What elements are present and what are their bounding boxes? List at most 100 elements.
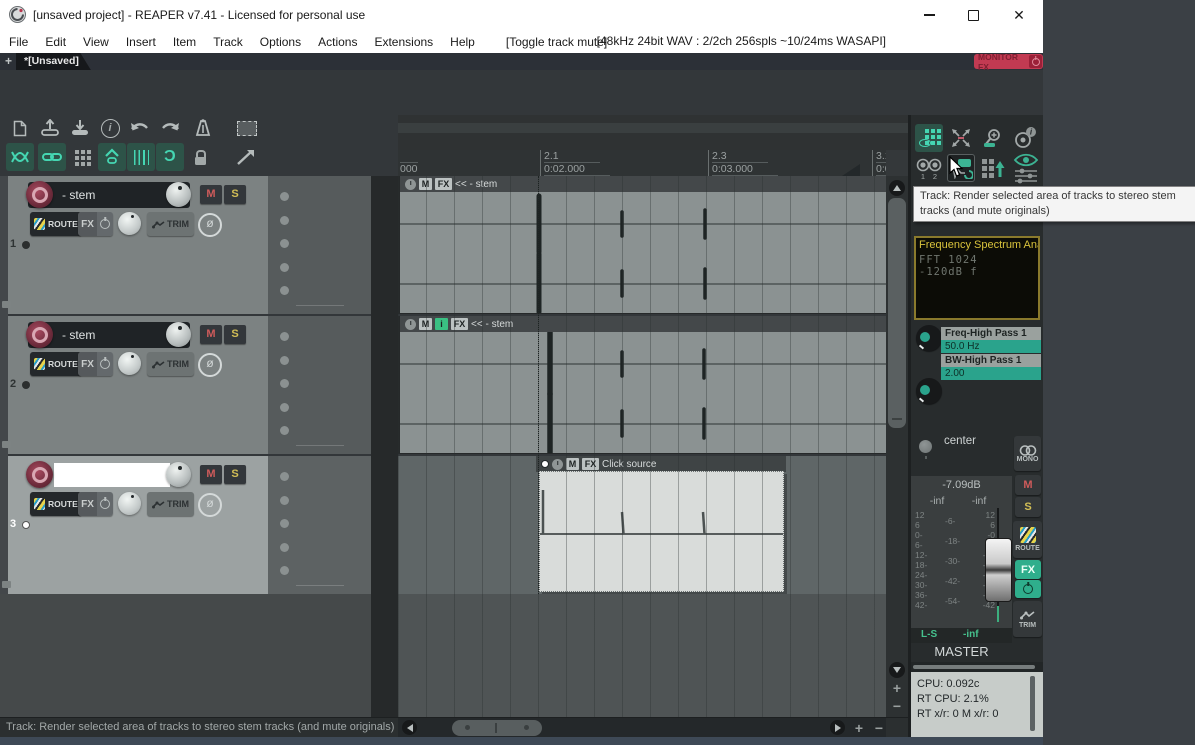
perf-mini-scrollbar[interactable] — [911, 662, 1043, 672]
save-project-icon[interactable] — [66, 114, 94, 142]
mute-button[interactable]: M — [200, 325, 222, 344]
open-project-icon[interactable] — [36, 114, 64, 142]
item-info-chip[interactable]: i — [435, 318, 448, 330]
tcp-arrange-splitter[interactable] — [371, 176, 398, 717]
track-name-input[interactable] — [54, 463, 170, 487]
media-item[interactable]: M FX << - stem — [400, 176, 886, 313]
monitor-fx-power-icon[interactable] — [1029, 55, 1042, 68]
master-gain-readout[interactable]: -7.09dB — [911, 479, 1012, 491]
vertical-zoom-in-button[interactable]: + — [886, 680, 908, 696]
undo-icon[interactable] — [126, 114, 154, 142]
phase-button[interactable]: ø — [198, 353, 222, 377]
vertical-zoom-out-button[interactable]: − — [886, 698, 908, 714]
media-item[interactable]: M i FX << - stem — [400, 316, 886, 453]
master-fx-button[interactable]: FX — [1015, 560, 1041, 579]
track-grouping-matrix-icon[interactable] — [915, 124, 943, 152]
vertical-scrollbar[interactable]: + − — [886, 176, 908, 717]
record-arm-button[interactable] — [26, 461, 53, 488]
hscroll-thumb[interactable] — [452, 720, 542, 736]
trim-envelope-button[interactable]: TRIM — [147, 352, 194, 376]
menu-item[interactable]: Edit — [44, 35, 67, 49]
auto-crossfade-icon[interactable] — [6, 143, 34, 171]
maximize-button[interactable] — [952, 0, 994, 30]
track-manager-icon[interactable] — [979, 154, 1007, 182]
track-panel-3[interactable]: M S ROUTE FX TRIM ø 3 — [0, 456, 371, 594]
horizontal-zoom-in-button[interactable]: + — [850, 718, 868, 737]
mute-button[interactable]: M — [200, 185, 222, 204]
timeline-ruler[interactable]: 000 2.10:02.000 2.30:03.000 3.10:04.00 — [398, 150, 908, 176]
menu-item[interactable]: Actions — [317, 35, 358, 49]
pan-knob[interactable] — [118, 352, 141, 375]
menu-item[interactable]: View — [82, 35, 110, 49]
phase-button[interactable]: ø — [198, 213, 222, 237]
item-mute-chip[interactable]: M — [419, 318, 432, 330]
fx-power-icon[interactable] — [97, 212, 113, 236]
snap-icon[interactable]: C — [156, 143, 184, 171]
record-arm-button[interactable] — [26, 321, 53, 348]
item-properties-icon[interactable] — [552, 459, 563, 470]
menu-item[interactable]: [Toggle track mute] — [505, 35, 608, 49]
zoom-fit-icon[interactable] — [947, 124, 975, 152]
insert-stem-tracks-icon[interactable]: 12 — [915, 154, 943, 182]
trim-envelope-button[interactable]: TRIM — [147, 212, 194, 236]
route-button[interactable]: ROUTE — [30, 352, 82, 376]
record-arm-button[interactable] — [26, 181, 53, 208]
master-mute-button[interactable]: M — [1015, 475, 1041, 495]
project-tab[interactable]: *[Unsaved] — [16, 53, 91, 70]
project-settings-icon[interactable]: i — [96, 114, 124, 142]
item-fx-chip[interactable]: FX — [435, 178, 452, 190]
menu-item[interactable]: File — [8, 35, 29, 49]
master-route-button[interactable]: ROUTE — [1013, 521, 1042, 558]
fx-button[interactable]: FX — [78, 352, 113, 376]
fx-button[interactable]: FX — [78, 492, 113, 516]
route-button[interactable]: ROUTE — [30, 212, 82, 236]
master-meter[interactable]: -7.09dB -inf -inf 1260-6-12-18-24-30-36-… — [911, 476, 1012, 632]
folder-state-icon[interactable] — [2, 441, 11, 448]
solo-button[interactable]: S — [224, 325, 246, 344]
trim-envelope-button[interactable]: TRIM — [147, 492, 194, 516]
master-trim-button[interactable]: TRIM — [1013, 601, 1042, 637]
master-mono-button[interactable]: MONO — [1014, 436, 1041, 471]
zoom-selection-icon[interactable] — [979, 124, 1007, 152]
perf-scrollbar[interactable] — [1030, 676, 1035, 731]
horizontal-scrollbar[interactable]: + − — [398, 718, 886, 737]
fx-button[interactable]: FX — [78, 212, 113, 236]
scroll-left-button[interactable] — [402, 720, 417, 735]
scroll-right-button[interactable] — [830, 720, 845, 735]
item-fx-chip[interactable]: FX — [582, 458, 599, 470]
track-panel-1[interactable]: - stem M S ROUTE FX TRIM ø 1 — [0, 176, 371, 314]
item-fx-chip[interactable]: FX — [451, 318, 468, 330]
spectrum-analyzer-panel[interactable]: Frequency Spectrum Anal FFT 1024 -120dB … — [914, 236, 1040, 320]
new-project-icon[interactable] — [6, 114, 34, 142]
item-grouping-icon[interactable] — [38, 143, 66, 171]
item-properties-icon[interactable] — [405, 179, 416, 190]
item-mute-chip[interactable]: M — [419, 178, 432, 190]
close-button[interactable]: ✕ — [998, 0, 1040, 30]
fx-power-icon[interactable] — [97, 352, 113, 376]
arrange-empty-area[interactable] — [398, 594, 886, 717]
performance-meter[interactable]: CPU: 0.092c RT CPU: 2.1% RT x/r: 0 M x/r… — [911, 672, 1043, 737]
fx-param-freq[interactable]: Freq-High Pass 1 50.0 Hz — [941, 327, 1041, 353]
volume-knob[interactable] — [166, 322, 191, 347]
marquee-select-icon[interactable] — [233, 114, 261, 142]
track-panel-2[interactable]: - stem M S ROUTE FX TRIM ø 2 — [0, 316, 371, 454]
envelope-attach-icon[interactable] — [98, 143, 126, 171]
menu-item[interactable]: Item — [172, 35, 197, 49]
menu-item[interactable]: Help — [449, 35, 476, 49]
master-label[interactable]: MASTER — [911, 644, 1012, 659]
grid-settings-icon[interactable] — [68, 143, 96, 171]
folder-state-icon[interactable] — [2, 581, 11, 588]
solo-button[interactable]: S — [224, 465, 246, 484]
media-item-selected[interactable] — [539, 471, 784, 592]
lock-icon[interactable] — [186, 143, 214, 171]
fx-param-knob-bw[interactable] — [916, 378, 942, 404]
fx-param-bw[interactable]: BW-High Pass 1 2.00 — [941, 354, 1041, 380]
item-mute-chip[interactable]: M — [566, 458, 579, 470]
mixer-settings-icon[interactable] — [1013, 168, 1039, 184]
track-select-dot[interactable] — [22, 381, 30, 389]
track-select-dot[interactable] — [22, 521, 30, 529]
monitor-fx-badge[interactable]: MONITOR FX — [974, 54, 1043, 69]
master-fx-power-button[interactable] — [1015, 580, 1041, 598]
ripple-edit-icon[interactable] — [127, 143, 155, 171]
pan-knob[interactable] — [118, 492, 141, 515]
